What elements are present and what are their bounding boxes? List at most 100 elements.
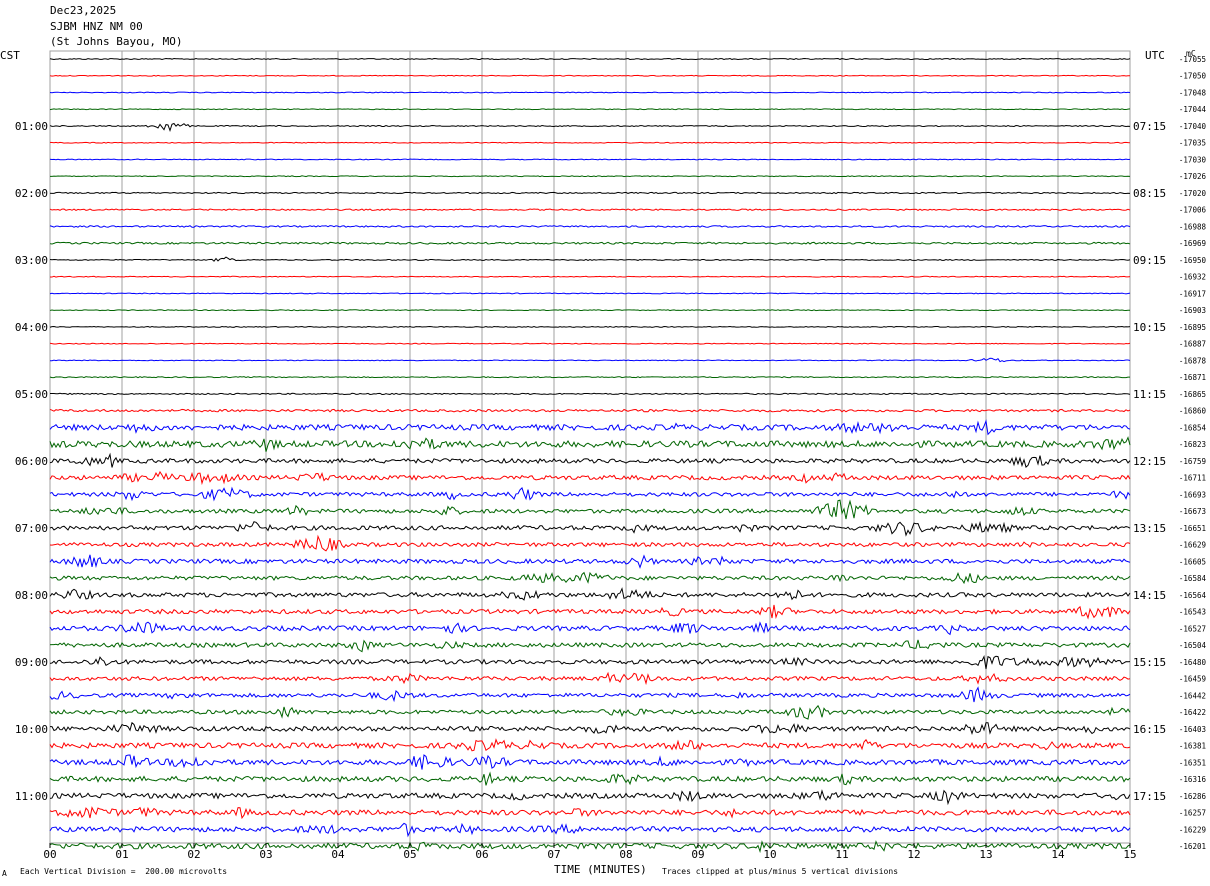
trace-offset-label: -16201 bbox=[1179, 842, 1206, 851]
trace-offset-label: -16442 bbox=[1179, 691, 1206, 700]
trace-offset-label: -17030 bbox=[1179, 155, 1207, 164]
x-tick-label: 11 bbox=[835, 848, 848, 861]
trace-row bbox=[49, 408, 1131, 413]
trace-row bbox=[49, 621, 1131, 636]
trace-offset-label: -16823 bbox=[1179, 440, 1206, 449]
trace-offset-label: -17020 bbox=[1179, 189, 1207, 198]
cst-hour-labels: 01:00 02:00 03:00 04:00 05:00 06:00 07:00 08:00… bbox=[15, 120, 48, 803]
x-tick-label: 15 bbox=[1123, 848, 1136, 861]
trace-offset-label: -16629 bbox=[1179, 541, 1206, 550]
trace-row bbox=[49, 392, 1131, 396]
x-tick-label: 08 bbox=[619, 848, 632, 861]
trace-offset-label: -16950 bbox=[1179, 256, 1207, 265]
trace-row bbox=[49, 141, 1131, 144]
trace-offset-label: -16527 bbox=[1179, 624, 1206, 633]
utc-hour-label: 09:15 bbox=[1133, 254, 1166, 267]
seismic-traces bbox=[49, 57, 1131, 854]
trace-row bbox=[49, 57, 1131, 61]
trace-offset-label: -16988 bbox=[1179, 222, 1207, 231]
x-tick-label: 14 bbox=[1051, 848, 1065, 861]
trace-offset-label: -16605 bbox=[1179, 557, 1206, 566]
trace-row bbox=[49, 122, 1131, 132]
trace-offset-label: -16480 bbox=[1179, 658, 1207, 667]
x-tick-label: 13 bbox=[979, 848, 992, 861]
trace-offset-label: -16403 bbox=[1179, 725, 1206, 734]
trace-offset-label: -16969 bbox=[1179, 239, 1206, 248]
utc-hour-label: 11:15 bbox=[1133, 388, 1166, 401]
cst-hour-label: 06:00 bbox=[15, 455, 48, 468]
trace-offset-label: -16903 bbox=[1179, 306, 1206, 315]
station-code: SJBM HNZ NM 00 bbox=[50, 20, 143, 33]
trace-row bbox=[49, 91, 1131, 94]
trace-offset-label: -16932 bbox=[1179, 273, 1206, 282]
utc-hour-label: 08:15 bbox=[1133, 187, 1166, 200]
trace-row bbox=[49, 604, 1131, 620]
utc-hour-label: 10:15 bbox=[1133, 321, 1166, 334]
x-tick-label: 01 bbox=[115, 848, 128, 861]
x-tick-label: 04 bbox=[331, 848, 345, 861]
utc-hour-label: 07:15 bbox=[1133, 120, 1166, 133]
trace-row bbox=[49, 419, 1131, 436]
trace-row bbox=[49, 452, 1131, 468]
trace-row bbox=[49, 806, 1131, 820]
trace-row bbox=[49, 587, 1131, 601]
trace-offset-label: -17035 bbox=[1179, 139, 1206, 148]
trace-row bbox=[49, 554, 1131, 569]
trace-row bbox=[49, 158, 1131, 161]
trace-row bbox=[49, 639, 1131, 653]
left-timezone-label: CST bbox=[0, 49, 20, 62]
trace-row bbox=[49, 789, 1131, 806]
trace-offset-label: -16316 bbox=[1179, 775, 1207, 784]
cst-hour-label: 03:00 bbox=[15, 254, 48, 267]
trace-row bbox=[49, 534, 1131, 552]
utc-hour-label: 17:15 bbox=[1133, 790, 1166, 803]
plot-date: Dec23,2025 bbox=[50, 4, 117, 17]
x-tick-label: 06 bbox=[475, 848, 488, 861]
clip-note: Traces clipped at plus/minus 5 vertical … bbox=[662, 867, 899, 876]
x-tick-label: 03 bbox=[259, 848, 272, 861]
utc-hour-label: 14:15 bbox=[1133, 589, 1166, 602]
utc-hour-label: 16:15 bbox=[1133, 723, 1166, 736]
trace-row bbox=[49, 292, 1131, 295]
helicorder-plot: 00 01 02 03 04 05 06 07 08 09 10 11 12 13 14 15 01:00 02… bbox=[15, 50, 1207, 861]
trace-offset-label: -17040 bbox=[1179, 122, 1207, 131]
trace-offset-label: -16887 bbox=[1179, 340, 1206, 349]
trace-offset-label: -16351 bbox=[1179, 758, 1206, 767]
trace-offset-label: -16711 bbox=[1179, 474, 1206, 483]
trace-row bbox=[49, 571, 1131, 585]
cst-hour-label: 11:00 bbox=[15, 790, 48, 803]
trace-row bbox=[49, 309, 1131, 312]
trace-offset-label: -16895 bbox=[1179, 323, 1206, 332]
trace-offset-label: -16422 bbox=[1179, 708, 1206, 717]
x-tick-label: 12 bbox=[907, 848, 920, 861]
trace-row bbox=[50, 275, 1131, 278]
trace-row bbox=[49, 686, 1131, 703]
utc-hour-labels: 07:15 08:15 09:15 10:15 11:15 12:15 13:15 14:15… bbox=[1133, 120, 1166, 803]
utc-hour-label: 12:15 bbox=[1133, 455, 1166, 468]
cst-hour-label: 02:00 bbox=[15, 187, 48, 200]
trace-offset-label: -16564 bbox=[1179, 591, 1207, 600]
right-timezone-label: UTC bbox=[1145, 49, 1165, 62]
trace-row bbox=[49, 754, 1131, 770]
plot-frame bbox=[49, 50, 1131, 844]
trace-row bbox=[49, 108, 1131, 111]
scale-note: Each Vertical Division = 200.00 microvol… bbox=[20, 867, 228, 876]
trace-offset-label: -17050 bbox=[1179, 72, 1207, 81]
trace-row bbox=[49, 74, 1131, 77]
utc-hour-label: 15:15 bbox=[1133, 656, 1166, 669]
trace-offset-label: -16673 bbox=[1179, 507, 1206, 516]
trace-offset-label: -16543 bbox=[1179, 608, 1206, 617]
trace-row bbox=[49, 470, 1131, 486]
trace-offset-label: -16854 bbox=[1179, 423, 1207, 432]
trace-row bbox=[49, 436, 1131, 452]
cst-hour-label: 01:00 bbox=[15, 120, 48, 133]
trace-offset-label: -16759 bbox=[1179, 457, 1206, 466]
trace-offset-label: -16459 bbox=[1179, 675, 1206, 684]
trace-offset-labels: -17055-17050-17048-17044-17040-17035-170… bbox=[1179, 55, 1207, 851]
right-unit-label: mC bbox=[1186, 49, 1196, 58]
trace-row bbox=[49, 325, 1131, 328]
x-tick-label: 07 bbox=[547, 848, 560, 861]
trace-row bbox=[49, 520, 1131, 537]
cst-hour-label: 05:00 bbox=[15, 388, 48, 401]
trace-offset-label: -17026 bbox=[1179, 172, 1207, 181]
